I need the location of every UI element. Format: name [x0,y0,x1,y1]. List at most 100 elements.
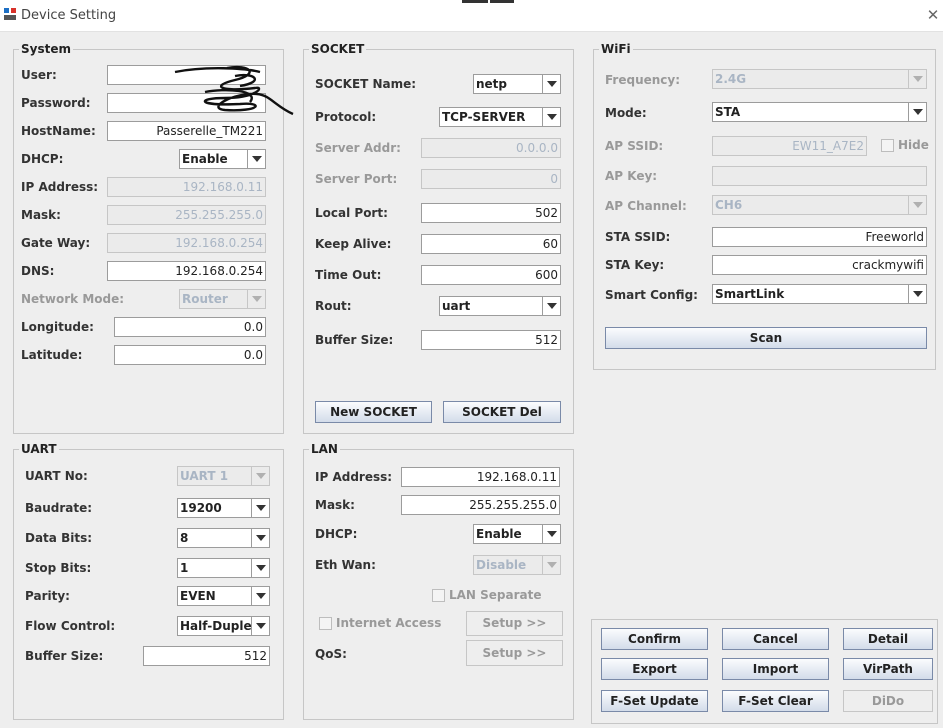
rout-value: uart [442,299,471,313]
user-label: User: [21,68,57,82]
mode-combobox[interactable]: STA [712,102,927,122]
sta-ssid-field[interactable]: Freeworld [712,227,927,247]
longitude-label: Longitude: [21,320,94,334]
window-title: Device Setting [21,8,117,23]
socket-del-button[interactable]: SOCKET Del [443,401,561,423]
qos-label: QoS: [315,647,347,661]
smart-config-combobox[interactable]: SmartLink [712,284,927,304]
keep-alive-field[interactable]: 60 [421,234,561,254]
taskbar-strip [490,0,514,3]
socket-name-value: netp [476,77,508,91]
ap-channel-label: AP Channel: [605,199,687,213]
latitude-field[interactable]: 0.0 [114,345,266,365]
uart-buffer-size-field[interactable]: 512 [143,646,270,666]
mode-label: Mode: [605,106,647,120]
hide-checkbox [881,139,894,152]
stop-bits-combobox[interactable]: 1 [177,558,270,578]
mode-value: STA [715,105,741,119]
fset-update-button[interactable]: F-Set Update [601,690,708,712]
chevron-down-icon[interactable] [247,150,265,168]
chevron-down-icon[interactable] [542,297,560,315]
flow-control-value: Half-Duplex [180,619,260,633]
baudrate-combobox[interactable]: 19200 [177,498,270,518]
data-bits-combobox[interactable]: 8 [177,528,270,548]
confirm-button[interactable]: Confirm [601,628,708,650]
protocol-label: Protocol: [315,110,377,124]
detail-button[interactable]: Detail [843,628,933,650]
socket-title: SOCKET [309,41,367,57]
close-icon[interactable]: ✕ [923,4,943,26]
frequency-label: Frequency: [605,73,681,87]
lan-mask-label: Mask: [315,498,355,512]
password-label: Password: [21,96,91,110]
lan-title: LAN [309,441,340,457]
chevron-down-icon[interactable] [908,103,926,121]
lan-group: LAN [303,441,574,720]
ap-key-label: AP Key: [605,169,658,183]
chevron-down-icon[interactable] [908,285,926,303]
lan-mask-field[interactable]: 255.255.255.0 [401,495,560,515]
local-port-field[interactable]: 502 [421,203,561,223]
gateway-field: 192.168.0.254 [107,233,266,253]
eth-wan-combobox: Disable [473,555,561,575]
dns-field[interactable]: 192.168.0.254 [107,261,266,281]
socket-name-combobox[interactable]: netp [473,74,561,94]
chevron-down-icon[interactable] [251,587,269,605]
network-mode-combobox: Router [179,289,266,309]
export-button[interactable]: Export [601,658,708,680]
scan-button[interactable]: Scan [605,327,927,349]
fset-clear-button[interactable]: F-Set Clear [722,690,829,712]
longitude-field[interactable]: 0.0 [114,317,266,337]
network-mode-value: Router [182,292,228,306]
lan-ip-field[interactable]: 192.168.0.11 [401,467,560,487]
new-socket-button[interactable]: New SOCKET [315,401,432,423]
chevron-down-icon [247,290,265,308]
redaction-scribble [174,65,294,116]
ap-key-field [712,166,927,186]
smart-config-value: SmartLink [715,287,785,301]
sta-key-field[interactable]: crackmywifi [712,255,927,275]
hide-label: Hide [898,138,929,152]
parity-combobox[interactable]: EVEN [177,586,270,606]
lan-dhcp-combobox[interactable]: Enable [473,524,561,544]
server-addr-field: 0.0.0.0 [421,138,561,158]
chevron-down-icon[interactable] [542,525,560,543]
server-port-label: Server Port: [315,172,398,186]
eth-wan-label: Eth Wan: [315,558,376,572]
taskbar-strip [462,0,488,3]
chevron-down-icon[interactable] [251,617,269,635]
mask-field: 255.255.255.0 [107,205,266,225]
dhcp-combobox[interactable]: Enable [179,149,266,169]
server-addr-label: Server Addr: [315,141,401,155]
socket-buffer-size-field[interactable]: 512 [421,330,561,350]
baudrate-value: 19200 [180,501,222,515]
chevron-down-icon[interactable] [542,108,560,126]
ip-address-field: 192.168.0.11 [107,177,266,197]
lan-ip-label: IP Address: [315,470,393,484]
uart-buffer-size-label: Buffer Size: [25,649,104,663]
time-out-label: Time Out: [315,268,382,282]
chevron-down-icon[interactable] [251,559,269,577]
chevron-down-icon[interactable] [251,529,269,547]
hostname-label: HostName: [21,124,96,138]
import-button[interactable]: Import [722,658,829,680]
protocol-combobox[interactable]: TCP-SERVER [439,107,561,127]
rout-combobox[interactable]: uart [439,296,561,316]
flow-control-combobox[interactable]: Half-Duplex [177,616,270,636]
qos-setup-button: Setup >> [466,640,563,666]
hostname-field[interactable]: Passerelle_TM221 [107,121,266,141]
ap-channel-value: CH6 [715,198,743,212]
chevron-down-icon [542,556,560,574]
virpath-button[interactable]: VirPath [843,658,933,680]
socket-buffer-size-label: Buffer Size: [315,333,394,347]
app-logo-icon [4,8,16,20]
cancel-button[interactable]: Cancel [722,628,829,650]
rout-label: Rout: [315,299,352,313]
mask-label: Mask: [21,208,61,222]
socket-name-label: SOCKET Name: [315,77,417,91]
chevron-down-icon[interactable] [251,499,269,517]
data-bits-value: 8 [180,531,189,545]
chevron-down-icon[interactable] [542,75,560,93]
smart-config-label: Smart Config: [605,288,698,302]
time-out-field[interactable]: 600 [421,265,561,285]
